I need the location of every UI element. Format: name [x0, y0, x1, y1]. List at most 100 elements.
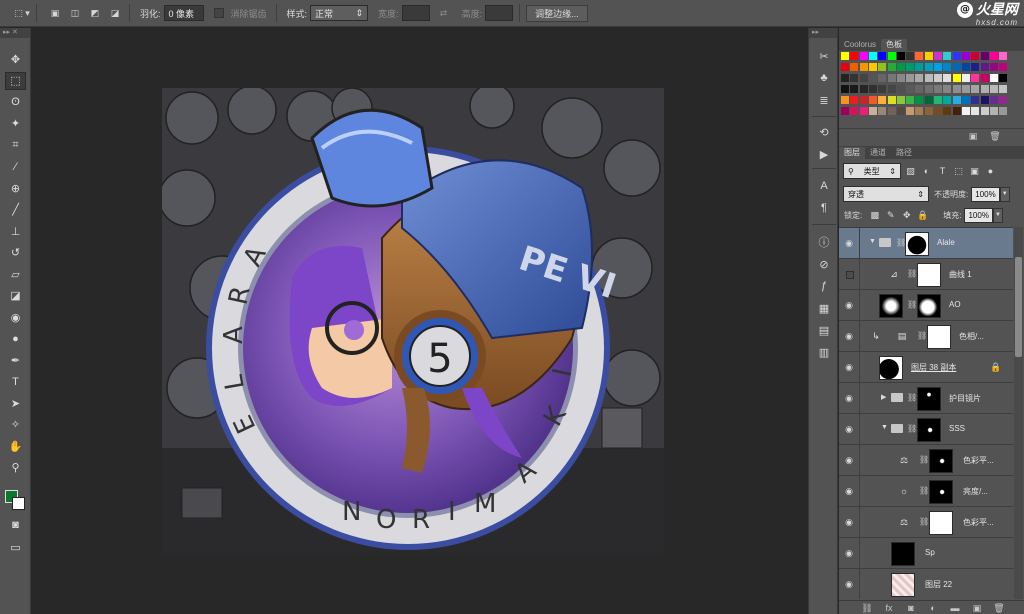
- color-swatch[interactable]: [859, 63, 869, 72]
- color-swatch[interactable]: [971, 85, 981, 94]
- magic-wand-tool[interactable]: ✦: [5, 115, 26, 133]
- move-tool[interactable]: ✥: [5, 50, 26, 68]
- document-canvas[interactable]: A R A L E N O R I M A K I PE VI 5: [162, 88, 664, 554]
- add-mask-icon[interactable]: ◙: [905, 603, 917, 613]
- color-swatch[interactable]: [896, 74, 906, 83]
- color-swatch[interactable]: [980, 63, 990, 72]
- color-swatch[interactable]: [989, 63, 999, 72]
- layer-thumb[interactable]: [891, 573, 915, 597]
- color-swatch[interactable]: [850, 63, 860, 72]
- color-swatch[interactable]: [943, 63, 953, 72]
- color-swatch[interactable]: [980, 74, 990, 83]
- delete-layer-icon[interactable]: 🗑: [993, 603, 1005, 613]
- zoom-tool[interactable]: ⚲: [5, 459, 26, 477]
- color-swatch[interactable]: [980, 96, 990, 105]
- actions-icon[interactable]: ▶: [815, 146, 833, 162]
- color-swatch[interactable]: [887, 107, 897, 116]
- opacity-dropdown-icon[interactable]: ▼: [999, 186, 1010, 202]
- brush-preset-icon[interactable]: ♣: [815, 70, 833, 86]
- color-swatch[interactable]: [878, 74, 888, 83]
- lock-all-icon[interactable]: 🔒: [916, 209, 929, 222]
- new-adjustment-icon[interactable]: ◐: [927, 603, 939, 613]
- color-swatch[interactable]: [934, 96, 943, 105]
- color-swatch[interactable]: [961, 107, 971, 116]
- character-icon[interactable]: A: [815, 178, 833, 194]
- shape-tool[interactable]: ✧: [5, 416, 26, 434]
- color-swatch[interactable]: [896, 107, 906, 116]
- color-swatch[interactable]: [915, 85, 925, 94]
- color-swatch[interactable]: [952, 107, 962, 116]
- color-swatch[interactable]: [952, 63, 962, 72]
- opacity-input[interactable]: 100%: [971, 186, 1000, 202]
- refine-edge-button[interactable]: 调整边缘...: [526, 4, 588, 22]
- color-swatch[interactable]: [961, 74, 971, 83]
- color-swatch[interactable]: [924, 85, 934, 94]
- color-swatch[interactable]: [934, 85, 943, 94]
- color-swatch[interactable]: [971, 96, 981, 105]
- color-swatch[interactable]: [850, 85, 860, 94]
- fill-dropdown-icon[interactable]: ▼: [992, 207, 1003, 223]
- color-swatch[interactable]: [934, 52, 943, 61]
- eye-icon[interactable]: ◉: [842, 577, 856, 591]
- color-swatch[interactable]: [878, 52, 888, 61]
- color-swatch[interactable]: [906, 74, 916, 83]
- icon-strip-header[interactable]: ▸▸: [809, 28, 837, 38]
- eye-icon[interactable]: ◉: [842, 422, 856, 436]
- color-swatch[interactable]: [989, 107, 999, 116]
- color-swatch[interactable]: [999, 85, 1009, 94]
- color-swatch[interactable]: [952, 96, 962, 105]
- color-swatch[interactable]: [943, 107, 953, 116]
- color-swatch[interactable]: [924, 74, 934, 83]
- color-swatch[interactable]: [841, 63, 850, 72]
- notes-icon[interactable]: ▤: [815, 322, 833, 338]
- color-swatch[interactable]: [952, 74, 962, 83]
- eye-icon[interactable]: ◉: [842, 484, 856, 498]
- eye-icon[interactable]: ◉: [842, 236, 856, 250]
- navigator-icon[interactable]: ⊘: [815, 256, 833, 272]
- pen-tool[interactable]: ✒: [5, 351, 26, 369]
- paragraph-icon[interactable]: ¶: [815, 200, 833, 216]
- layers-scrollbar[interactable]: [1014, 227, 1023, 599]
- color-swatch[interactable]: [989, 52, 999, 61]
- color-swatch[interactable]: [999, 63, 1009, 72]
- color-swatch[interactable]: [915, 96, 925, 105]
- color-swatch[interactable]: [980, 85, 990, 94]
- visibility-toggle[interactable]: [846, 271, 854, 279]
- layer-row[interactable]: ◉ 图层 22: [839, 569, 1013, 599]
- color-swatch[interactable]: [989, 74, 999, 83]
- layer-mask-thumb[interactable]: [929, 449, 953, 473]
- tools-preset-icon[interactable]: ✂: [815, 48, 833, 64]
- layer-filter-select[interactable]: ⚲ 类型 ⇕: [843, 163, 901, 179]
- subtract-selection-icon[interactable]: ◩: [87, 4, 103, 22]
- layer-row[interactable]: ⊿ ⛓ 曲线 1: [839, 259, 1013, 290]
- info-icon[interactable]: ⓘ: [815, 234, 833, 250]
- color-swatch[interactable]: [989, 96, 999, 105]
- color-swatch[interactable]: [961, 85, 971, 94]
- tab-paths[interactable]: 路径: [891, 147, 917, 159]
- fx-icon[interactable]: fx: [883, 603, 895, 613]
- color-swatch[interactable]: [906, 107, 916, 116]
- layer-mask-thumb[interactable]: [917, 294, 941, 318]
- screen-mode-icon[interactable]: ▭: [5, 538, 26, 556]
- adjustments-icon[interactable]: ≣: [815, 92, 833, 108]
- color-swatch[interactable]: [980, 107, 990, 116]
- new-layer-icon[interactable]: ▣: [971, 603, 983, 613]
- blur-tool[interactable]: ◉: [5, 308, 26, 326]
- eye-icon[interactable]: ◉: [842, 391, 856, 405]
- color-swatch[interactable]: [850, 52, 860, 61]
- layer-thumb[interactable]: [879, 356, 903, 380]
- layer-mask-thumb[interactable]: [917, 387, 941, 411]
- style-select[interactable]: 正常 ⇕: [310, 5, 369, 21]
- antialias-checkbox[interactable]: [213, 8, 224, 18]
- layer-mask-thumb[interactable]: [929, 511, 953, 535]
- color-swatch[interactable]: [878, 63, 888, 72]
- marquee-preset-icon[interactable]: ⬚ ▾: [14, 4, 30, 22]
- lock-position-icon[interactable]: ✥: [900, 209, 913, 222]
- color-swatch[interactable]: [868, 52, 878, 61]
- color-swatch[interactable]: [999, 96, 1009, 105]
- blend-mode-select[interactable]: 穿透 ⇕: [843, 186, 929, 202]
- tab-layers[interactable]: 图层: [839, 147, 865, 159]
- healing-tool[interactable]: ⊕: [5, 179, 26, 197]
- color-swatch[interactable]: [841, 74, 850, 83]
- eye-icon[interactable]: ◉: [842, 453, 856, 467]
